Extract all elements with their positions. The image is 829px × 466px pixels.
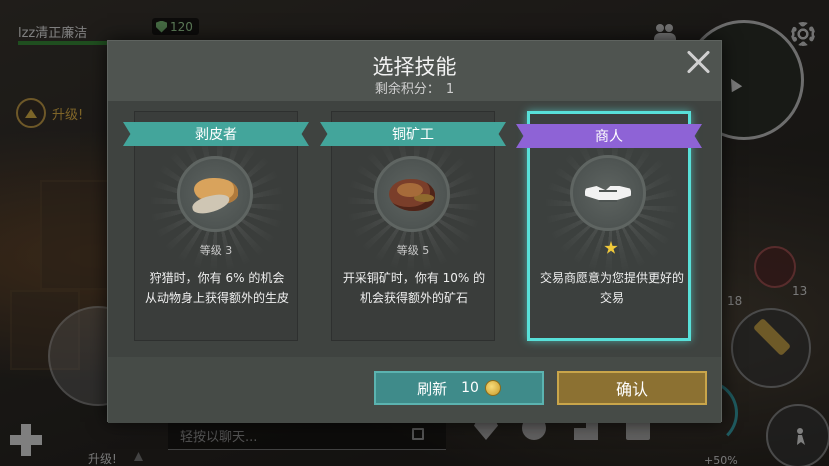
confirm-label: 确认 [615, 380, 648, 399]
refresh-button[interactable]: 刷新 10 [374, 371, 544, 405]
skill-emblem [374, 156, 450, 232]
skill-ribbon: 铜矿工 [320, 122, 506, 146]
refresh-label: 刷新 [417, 379, 448, 398]
dialog-footer: 刷新 10 确认 [108, 357, 721, 423]
close-icon[interactable] [685, 49, 711, 75]
skill-level: 等级 5 [396, 244, 430, 257]
skill-description: 开采铜矿时，你有 10% 的机会获得额外的矿石 [342, 271, 486, 305]
coin-icon [484, 380, 501, 396]
skill-name: 商人 [595, 129, 623, 145]
skill-emblem [570, 155, 646, 231]
confirm-button[interactable]: 确认 [557, 371, 707, 405]
skill-cards: 剥皮者 等级 3 狩猎时，你有 6% 的机会从动物身上获得额外的生皮 铜矿工 等… [108, 101, 721, 357]
copper-ore-icon [387, 175, 437, 213]
skill-select-dialog: 选择技能 剩余积分： 1 剥皮者 等级 3 狩猎时，你有 6% 的机会从动物身上获… [107, 40, 722, 423]
skill-name: 铜矿工 [392, 127, 434, 143]
remaining-points-label: 剩余积分： [374, 82, 440, 97]
remaining-points-value: 1 [445, 82, 455, 97]
dialog-title: 选择技能 [372, 55, 457, 79]
skill-description: 交易商愿意为您提供更好的交易 [540, 271, 685, 305]
dialog-header: 选择技能 剩余积分： 1 [108, 41, 721, 101]
skill-card-merchant[interactable]: 商人 交易商愿意为您提供更好的交易 [527, 111, 691, 341]
skill-ribbon: 商人 [516, 124, 702, 148]
animal-skin-icon [190, 174, 240, 214]
handshake-icon [585, 178, 631, 208]
skill-emblem [177, 156, 253, 232]
remaining-points: 剩余积分： 1 [108, 78, 721, 97]
skill-card-skinner[interactable]: 剥皮者 等级 3 狩猎时，你有 6% 的机会从动物身上获得额外的生皮 [134, 111, 298, 341]
refresh-cost: 10 [461, 380, 479, 396]
skill-level: 等级 3 [199, 244, 233, 257]
skill-name: 剥皮者 [195, 127, 237, 143]
skill-ribbon: 剥皮者 [123, 122, 309, 146]
skill-card-copper-miner[interactable]: 铜矿工 等级 5 开采铜矿时，你有 10% 的机会获得额外的矿石 [331, 111, 495, 341]
skill-description: 狩猎时，你有 6% 的机会从动物身上获得额外的生皮 [145, 271, 290, 305]
